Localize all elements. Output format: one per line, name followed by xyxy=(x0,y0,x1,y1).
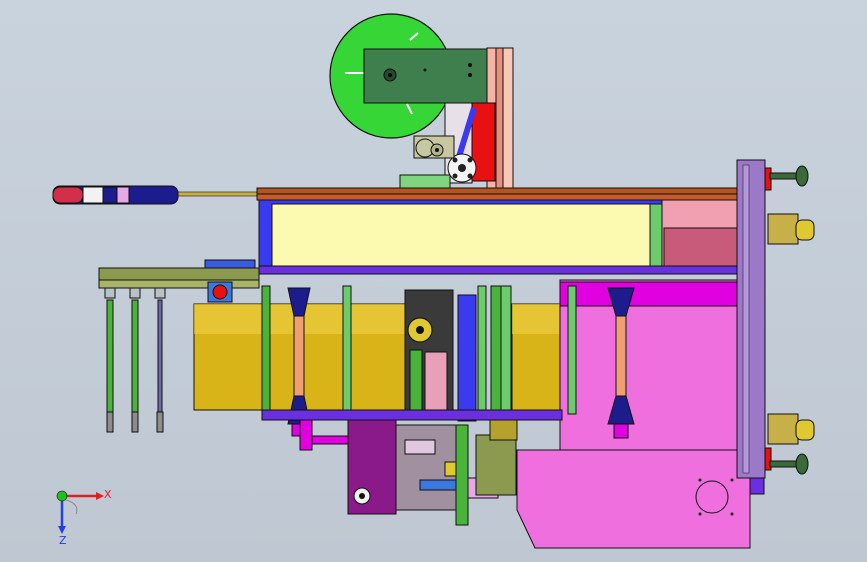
x-axis-label: X xyxy=(104,488,112,501)
left-deck xyxy=(98,259,260,289)
air-cylinder xyxy=(52,185,258,205)
cad-viewport[interactable]: X Z xyxy=(0,0,867,562)
z-axis-label: Z xyxy=(59,534,67,547)
center-drive xyxy=(404,289,477,422)
right-hardware xyxy=(767,165,815,475)
tension-arm xyxy=(413,135,455,159)
machine-assembly-drawing: X Z xyxy=(52,13,815,549)
red-switch xyxy=(207,281,233,303)
guide-rods xyxy=(104,287,166,433)
disk-mount-plate xyxy=(363,48,489,104)
right-frame xyxy=(736,159,772,495)
top-rail xyxy=(256,187,742,201)
main-frame xyxy=(258,199,741,275)
axis-triad: X Z xyxy=(56,488,112,547)
